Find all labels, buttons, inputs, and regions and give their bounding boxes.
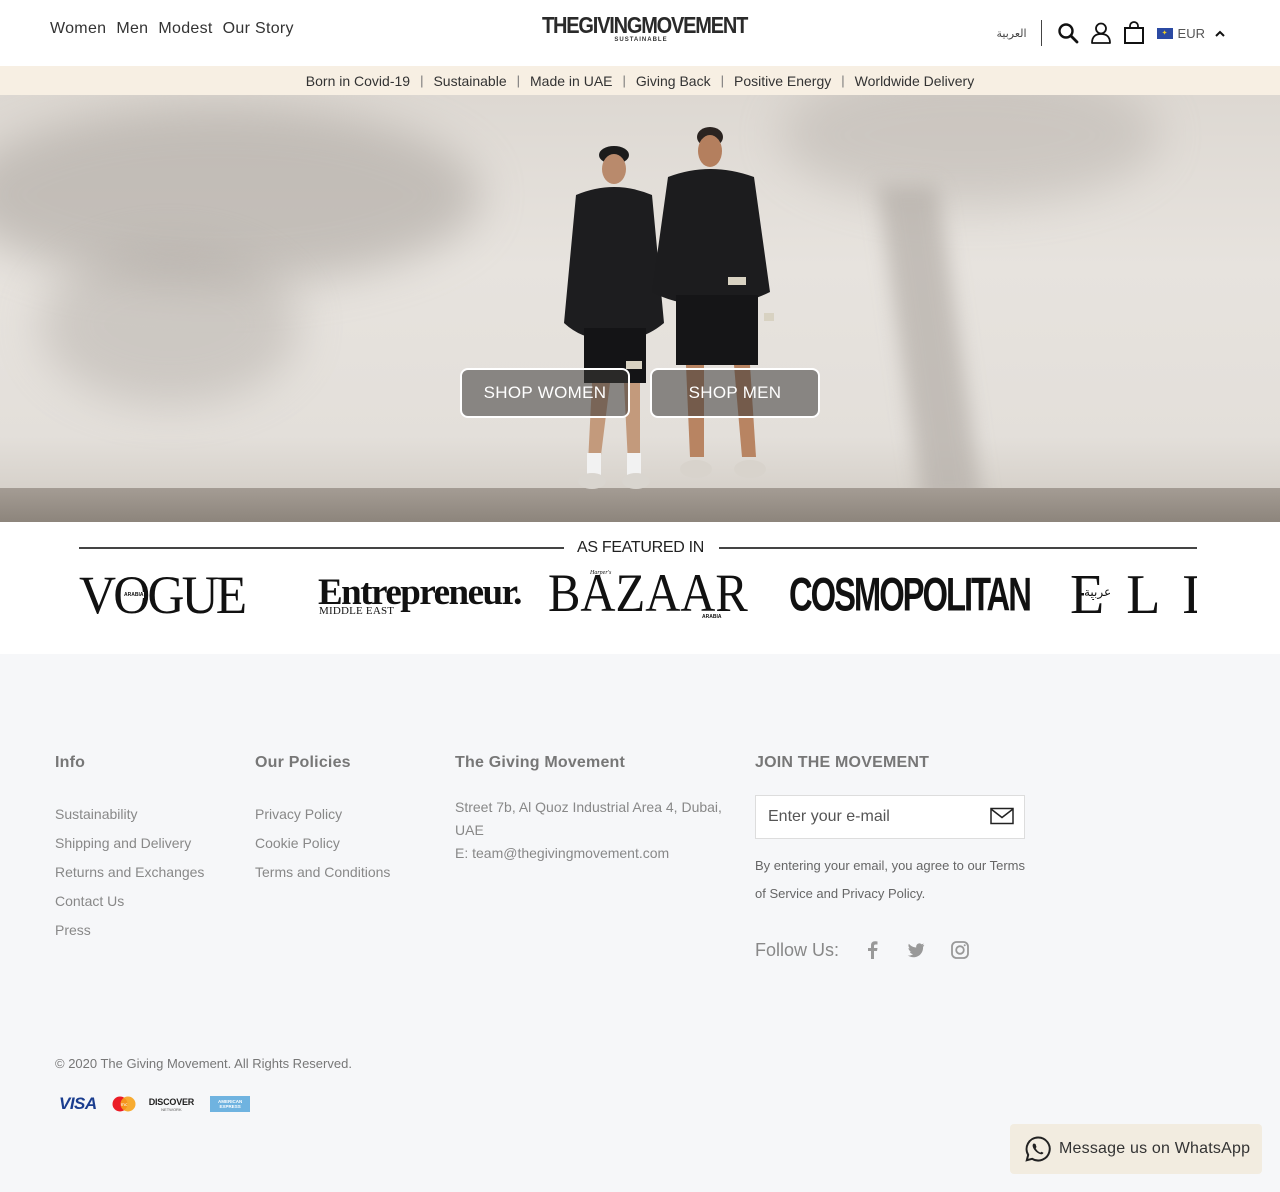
pole-shadow: [877, 185, 983, 505]
usp-item: Positive Energy: [733, 72, 832, 89]
nav-modest[interactable]: Modest: [158, 20, 212, 38]
footer-link-returns[interactable]: Returns and Exchanges: [55, 858, 204, 887]
usp-item: Made in UAE: [530, 72, 613, 89]
twitter-icon[interactable]: [905, 939, 927, 961]
palm-shadow: [40, 245, 300, 405]
vogue-wordmark: VOGUE: [79, 565, 247, 625]
footer-col-title: Our Policies: [255, 754, 351, 771]
newsletter-form: [755, 795, 1025, 839]
usp-separator: |: [720, 73, 724, 88]
usp-separator: |: [420, 73, 424, 88]
vogue-logo: VOGUE ARABIA: [79, 566, 253, 624]
usp-item: Sustainable: [433, 72, 507, 89]
vogue-sub: ARABIA: [123, 592, 145, 598]
eu-flag-icon: ✦: [1156, 27, 1173, 39]
search-icon[interactable]: [1056, 21, 1080, 45]
main-nav: Women Men Modest Our Story: [50, 20, 294, 38]
footer-link-terms[interactable]: Terms and Conditions: [255, 858, 390, 887]
nav-our-story[interactable]: Our Story: [223, 20, 294, 38]
cosmopolitan-logo: COSMOPOLITAN: [789, 569, 1083, 621]
discover-logo: DISCOVER NETWORK: [148, 1096, 195, 1112]
usp-separator: |: [516, 73, 521, 88]
footer-col-policies: Our Policies Privacy Policy Cookie Polic…: [255, 754, 390, 887]
chevron-up-icon: [1215, 30, 1225, 37]
site-header: Women Men Modest Our Story THEGIVINGMOVE…: [0, 0, 1280, 66]
envelope-icon[interactable]: [990, 807, 1014, 830]
bazaar-logo: Harper's BAZAAR ARABIA: [548, 564, 770, 622]
amex-logo: AMERICAN EXPRESS: [210, 1096, 251, 1112]
footer-link-press[interactable]: Press: [55, 916, 204, 945]
mastercard-icon: mc: [111, 1096, 137, 1112]
header-utilities: العربية ✦ EUR: [996, 18, 1225, 48]
footer-link-privacy[interactable]: Privacy Policy: [255, 800, 390, 829]
cosmopolitan-wordmark: COSMOPOLITAN: [789, 569, 1032, 621]
visa-logo: VISA: [59, 1094, 97, 1113]
footer-col-newsletter: JOIN THE MOVEMENT: [755, 754, 929, 800]
divider-line: [79, 547, 564, 549]
usp-separator: |: [622, 73, 626, 88]
whatsapp-chat-button[interactable]: Message us on WhatsApp: [1010, 1124, 1262, 1174]
footer-link-cookie[interactable]: Cookie Policy: [255, 829, 390, 858]
footer-link-sustainability[interactable]: Sustainability: [55, 800, 204, 829]
divider-line: [719, 547, 1197, 549]
footer-col-company: The Giving Movement Street 7b, Al Quoz I…: [455, 754, 735, 865]
usp-item: Giving Back: [635, 72, 711, 89]
whatsapp-label: Message us on WhatsApp: [1059, 1140, 1251, 1157]
usp-item: Worldwide Delivery: [854, 72, 975, 89]
footer-col-title: JOIN THE MOVEMENT: [755, 754, 930, 771]
company-address: UAE: [455, 822, 484, 838]
company-email[interactable]: E: team@thegivingmovement.com: [455, 842, 735, 865]
copyright-text: © 2020 The Giving Movement. All Rights R…: [55, 1056, 352, 1071]
payment-methods: VISA mc DISCOVER NETWORK AMERICAN EXPRES…: [55, 1094, 251, 1114]
facebook-icon[interactable]: [861, 939, 883, 961]
nav-women[interactable]: Women: [50, 20, 106, 38]
usp-bar: Born in Covid-19 | Sustainable | Made in…: [0, 66, 1280, 95]
nav-men[interactable]: Men: [116, 20, 148, 38]
entrepreneur-logo: Entrepreneur. MIDDLE EAST: [318, 574, 522, 617]
amex-text: AMERICAN EXPRESS: [217, 1099, 243, 1109]
palm-shadow: [780, 95, 1160, 205]
featured-in-section: AS FEATURED IN VOGUE ARABIA Entrepreneur…: [0, 522, 1280, 654]
footer-col-info: Info Sustainability Shipping and Deliver…: [55, 754, 204, 945]
bazaar-sub: ARABIA: [702, 614, 722, 620]
currency-code: EUR: [1177, 25, 1205, 41]
footer-col-title: The Giving Movement: [455, 754, 626, 771]
usp-item: Born in Covid-19: [305, 72, 411, 89]
follow-label: Follow Us:: [755, 939, 840, 960]
shop-men-button[interactable]: SHOP MEN: [650, 368, 820, 418]
discover-wordmark: DISCOVER: [148, 1096, 195, 1107]
model-man: [652, 127, 774, 478]
logo-wordmark: THEGIVINGMOVEMENT: [542, 13, 748, 39]
elle-logo: ELLE عربية: [1070, 566, 1197, 626]
hero-banner: SHOP WOMEN SHOP MEN: [0, 95, 1280, 522]
newsletter-email-input[interactable]: [756, 808, 976, 826]
entrepreneur-sub: MIDDLE EAST: [319, 605, 397, 617]
currency-selector[interactable]: ✦ EUR: [1156, 25, 1225, 41]
company-address: Street 7b, Al Quoz Industrial Area 4, Du…: [455, 799, 722, 815]
footer-link-contact[interactable]: Contact Us: [55, 887, 204, 916]
header-divider: [1040, 20, 1042, 46]
site-footer: Info Sustainability Shipping and Deliver…: [0, 654, 1280, 1192]
whatsapp-icon: [1025, 1136, 1051, 1162]
follow-us: Follow Us:: [755, 939, 993, 961]
elle-sub: عربية: [1084, 585, 1112, 599]
footer-col-title: Info: [55, 754, 86, 771]
discover-sub: NETWORK: [161, 1106, 182, 1112]
shop-women-button[interactable]: SHOP WOMEN: [460, 368, 630, 418]
newsletter-consent: By entering your email, you agree to our…: [755, 858, 1026, 901]
svg-text:mc: mc: [120, 1103, 127, 1108]
account-icon[interactable]: [1089, 21, 1113, 45]
language-switch-arabic[interactable]: العربية: [996, 27, 1026, 40]
footer-link-shipping[interactable]: Shipping and Delivery: [55, 829, 204, 858]
featured-title: AS FEATURED IN: [576, 539, 705, 556]
cart-icon[interactable]: [1122, 21, 1146, 45]
usp-separator: |: [841, 73, 845, 88]
site-logo[interactable]: THEGIVINGMOVEMENT SUSTAINABLE: [542, 13, 748, 43]
instagram-icon[interactable]: [949, 939, 971, 961]
